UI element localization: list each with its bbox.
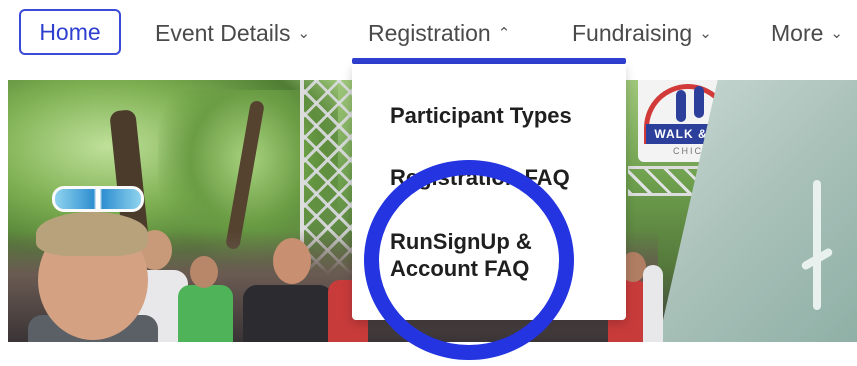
nav-registration[interactable]: Registration ⌃ xyxy=(368,8,510,58)
menu-item-runsignup-account-faq[interactable]: RunSignUp & Account FAQ xyxy=(390,228,590,282)
chevron-down-icon: ⌄ xyxy=(830,25,843,42)
chevron-down-icon: ⌄ xyxy=(699,25,712,42)
nav-event-details[interactable]: Event Details ⌄ xyxy=(155,8,310,58)
chevron-down-icon: ⌄ xyxy=(297,25,311,42)
top-nav: Home Event Details ⌄ Registration ⌃ Fund… xyxy=(0,0,857,70)
runner xyxy=(178,285,233,342)
menu-item-registration-faq[interactable]: Registration FAQ xyxy=(390,164,570,191)
registration-dropdown-menu: Participant Types Registration FAQ RunSi… xyxy=(352,64,626,320)
nav-event-details-label: Event Details xyxy=(155,19,291,46)
runner-head xyxy=(190,256,218,288)
nav-home-button[interactable]: Home xyxy=(19,9,121,55)
panel-logo-mark xyxy=(813,180,821,310)
runner-hair xyxy=(36,212,148,256)
sunglasses xyxy=(52,186,144,212)
nav-more[interactable]: More ⌄ xyxy=(771,8,843,58)
nav-more-label: More xyxy=(771,19,824,46)
runner xyxy=(643,265,663,342)
runner-head xyxy=(273,238,311,284)
nav-fundraising[interactable]: Fundraising ⌄ xyxy=(572,8,712,58)
nav-registration-label: Registration xyxy=(368,19,491,46)
runner xyxy=(243,285,333,342)
runner-silhouette-icon xyxy=(694,86,704,118)
runner-silhouette-icon xyxy=(676,90,686,122)
nav-fundraising-label: Fundraising xyxy=(572,19,693,46)
menu-item-participant-types[interactable]: Participant Types xyxy=(390,102,572,129)
chevron-up-icon: ⌃ xyxy=(497,25,511,42)
nav-home-label: Home xyxy=(39,18,101,45)
